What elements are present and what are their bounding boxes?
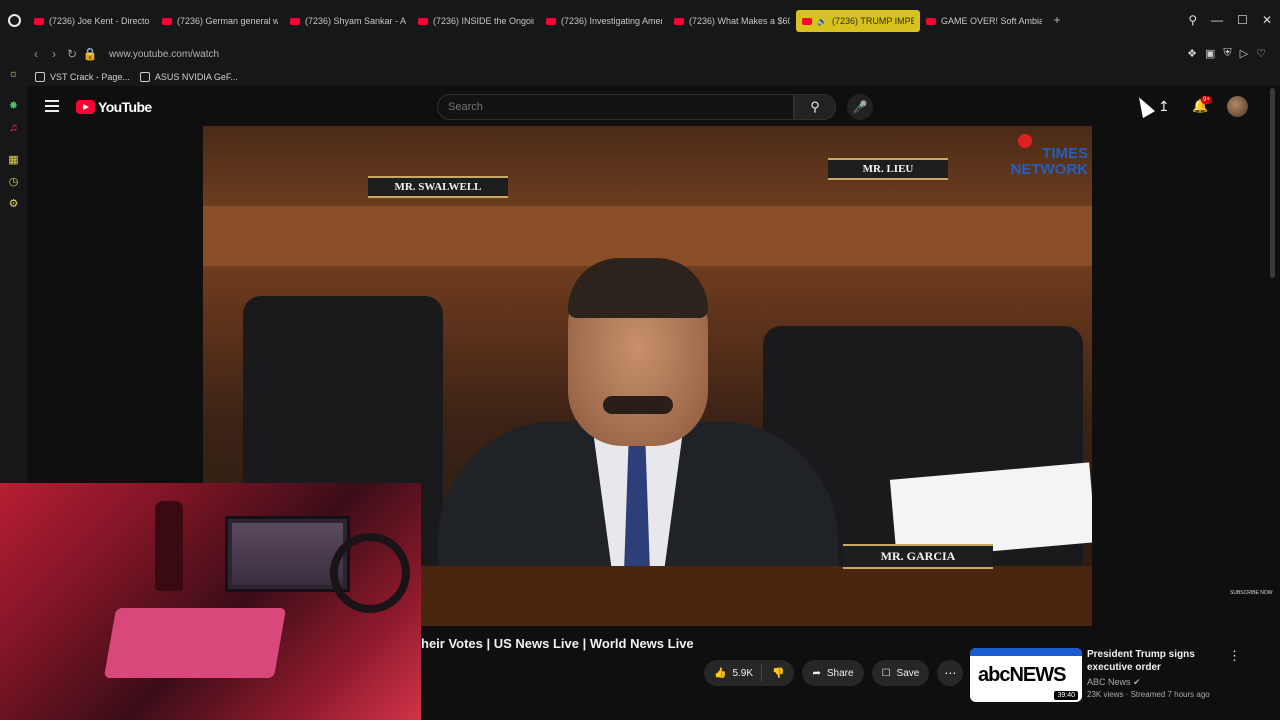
webcam-bottle <box>155 501 183 591</box>
youtube-favicon-icon <box>546 17 556 25</box>
youtube-favicon-icon <box>290 17 300 25</box>
recommendation-menu-icon[interactable]: ⋮ <box>1228 648 1241 664</box>
duration-badge: 39:40 <box>1054 691 1078 700</box>
chatgpt-icon[interactable]: ✸ <box>7 100 20 113</box>
address-bar: ‹ › ↻ 🔒 www.youtube.com/watch ❖ ▣ ⛨ ▷ ♡ <box>27 40 1280 68</box>
video-title: heir Votes | US News Live | World News L… <box>421 636 694 651</box>
video-background-wall <box>203 126 1092 206</box>
search-button[interactable]: ⚲ <box>794 94 836 120</box>
youtube-play-icon <box>76 100 95 114</box>
youtube-header: YouTube ⚲ 🎤 ↥ 🔔 9+ <box>27 86 1280 128</box>
settings-icon[interactable]: ⚙ <box>7 198 20 211</box>
notification-badge: 9+ <box>1201 96 1212 104</box>
microphone-icon: 🎤 <box>852 100 868 114</box>
thumbs-up-icon: 👍 <box>714 667 727 679</box>
page-scrollbar[interactable] <box>1270 88 1275 278</box>
lock-icon: 🔒 <box>82 47 98 61</box>
recommendation-thumbnail[interactable]: abcNEWS 39:40 <box>970 648 1082 702</box>
youtube-favicon-icon <box>418 17 428 25</box>
more-actions-icon[interactable]: ⋯ <box>937 660 964 686</box>
tab-2[interactable]: (7236) German general w <box>156 10 284 32</box>
aria-icon[interactable]: ☼ <box>7 68 20 81</box>
tab-1[interactable]: (7236) Joe Kent - Director <box>28 10 156 32</box>
back-icon[interactable]: ‹ <box>27 47 45 61</box>
recommendation-title[interactable]: President Trump signs executive order <box>1087 648 1227 674</box>
like-dislike-group: 👍 5.9K 👎 <box>704 660 795 686</box>
recommendation-channel[interactable]: ABC News ✔ <box>1087 677 1141 688</box>
youtube-favicon-icon <box>674 17 684 25</box>
adblock-shield-icon[interactable]: ⛨ <box>1223 47 1231 60</box>
like-button[interactable]: 👍 5.9K <box>704 664 763 682</box>
tab-4[interactable]: (7236) INSIDE the Ongoing <box>412 10 540 32</box>
youtube-favicon-icon <box>162 17 172 25</box>
recommendation-meta: 23K views · Streamed 7 hours ago <box>1087 690 1210 699</box>
address-bar-actions: ❖ ▣ ⛨ ▷ ♡ <box>1187 47 1266 60</box>
video-actions: 👍 5.9K 👎 ➦ Share ☐ Save ⋯ <box>704 660 964 686</box>
nameplate-garcia: MR. GARCIA <box>843 544 993 569</box>
bookmark-item[interactable]: VST Crack - Page... <box>35 72 130 82</box>
youtube-favicon-icon <box>34 17 44 25</box>
url-field[interactable]: www.youtube.com/watch <box>109 49 219 60</box>
page-icon <box>35 72 45 82</box>
youtube-favicon-icon <box>802 17 812 25</box>
dislike-button[interactable]: 👎 <box>762 668 794 679</box>
tab-6[interactable]: (7236) What Makes a $60 <box>668 10 796 32</box>
webcam-overlay <box>0 483 421 720</box>
thumbnail-color-bar <box>970 648 1082 656</box>
tab-5[interactable]: (7236) Investigating Amer <box>540 10 668 32</box>
player-icon[interactable]: ▷ <box>1240 47 1248 60</box>
tab-3[interactable]: (7236) Shyam Sankar - An <box>284 10 412 32</box>
nameplate-lieu: MR. LIEU <box>828 158 948 180</box>
save-button[interactable]: ☐ Save <box>871 660 930 686</box>
bookmark-icon: ☐ <box>881 667 891 679</box>
history-icon[interactable]: ◷ <box>7 176 20 189</box>
search-icon: ⚲ <box>810 99 820 114</box>
tab-8[interactable]: GAME OVER! Soft Ambianc <box>920 10 1048 32</box>
snapshot-icon[interactable]: ▣ <box>1205 47 1215 60</box>
window-controls: ⚲ — ☐ ✕ <box>1188 0 1280 40</box>
menu-icon[interactable] <box>45 100 59 112</box>
reload-icon[interactable]: ↻ <box>63 47 81 61</box>
webcam-steering-wheel <box>330 533 410 613</box>
speaker-icon[interactable]: 🔊 <box>817 17 827 26</box>
thumbs-down-icon: 👎 <box>772 667 785 679</box>
webcam-keyboard <box>103 608 287 678</box>
extensions-icon[interactable]: ▦ <box>7 154 20 167</box>
heart-icon[interactable]: ♡ <box>1256 47 1266 60</box>
youtube-favicon-icon <box>926 17 936 25</box>
search-tabs-icon[interactable]: ⚲ <box>1188 13 1197 27</box>
upload-icon[interactable]: ↥ <box>1158 98 1170 115</box>
page-icon <box>139 72 150 82</box>
youtube-logo[interactable]: YouTube <box>76 99 152 115</box>
minimize-icon[interactable]: — <box>1211 13 1223 27</box>
search-input[interactable] <box>437 94 794 120</box>
bookmark-pin-icon[interactable]: ❖ <box>1187 47 1197 60</box>
bookmark-item[interactable]: ASUS NVIDIA GeF... <box>139 72 238 82</box>
new-tab-button[interactable]: + <box>1048 13 1066 27</box>
browser-tab-bar: (7236) Joe Kent - Director (7236) German… <box>0 0 1280 40</box>
maximize-icon[interactable]: ☐ <box>1237 13 1248 27</box>
share-icon: ➦ <box>812 667 821 679</box>
share-button[interactable]: ➦ Share <box>802 660 864 686</box>
times-network-watermark: TIMES NETWORK <box>1010 145 1089 178</box>
verified-icon: ✔ <box>1133 677 1141 687</box>
forward-icon[interactable]: › <box>45 47 63 61</box>
bookmarks-bar: VST Crack - Page... ASUS NVIDIA GeF... <box>27 68 1280 86</box>
subscribe-now-badge[interactable]: SUBSCRIBE NOW <box>1230 590 1273 596</box>
browser-menu-icon[interactable] <box>0 0 28 40</box>
voice-search-button[interactable]: 🎤 <box>847 94 873 120</box>
abc-news-logo: abcNEWS <box>978 664 1066 686</box>
close-icon[interactable]: ✕ <box>1262 13 1272 27</box>
avatar[interactable] <box>1227 96 1248 117</box>
tiktok-icon[interactable]: ♫ <box>7 122 20 135</box>
nameplate-swalwell: MR. SWALWELL <box>368 176 508 198</box>
tab-active[interactable]: 🔊 (7236) TRUMP IMPEA <box>796 10 920 32</box>
screen: { "browser": { "tabs": [ {"label": "(723… <box>0 0 1280 720</box>
